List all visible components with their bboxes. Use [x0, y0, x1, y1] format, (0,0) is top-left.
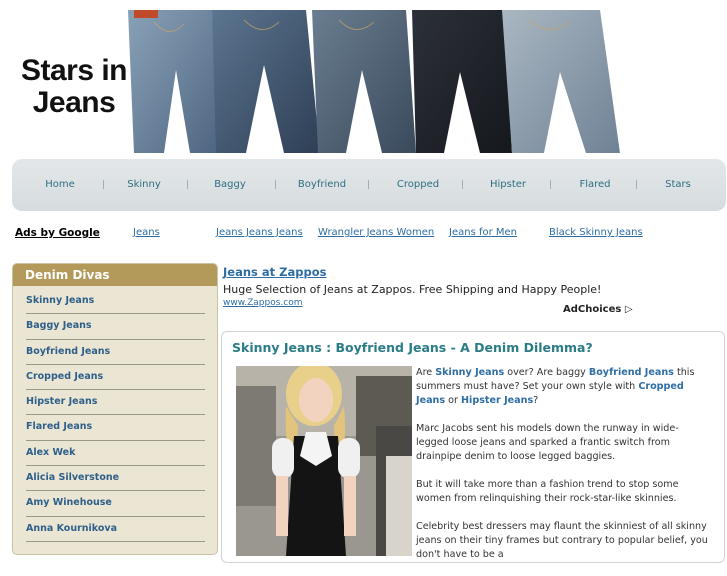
sidebar-item-boyfriend-jeans[interactable]: Boyfriend Jeans: [26, 341, 217, 366]
article-photo: [236, 366, 412, 556]
ad-description: Huge Selection of Jeans at Zappos. Free …: [223, 283, 602, 296]
adchoices-icon: ▷: [624, 304, 633, 315]
article-panel: Skinny Jeans : Boyfriend Jeans - A Denim…: [221, 331, 725, 563]
logo-line-2: Jeans: [32, 86, 116, 119]
nav-home[interactable]: Home: [45, 159, 75, 211]
nav-boyfriend[interactable]: Boyfriend: [298, 159, 346, 211]
p1-text-5: ?: [533, 395, 539, 406]
ad-link-jeans-for-men[interactable]: Jeans for Men: [449, 227, 517, 238]
nav-hipster[interactable]: Hipster: [490, 159, 526, 211]
link-boyfriend-jeans[interactable]: Boyfriend Jeans: [589, 367, 674, 378]
p1-text-4: or: [445, 395, 462, 406]
main-nav: Home Skinny Baggy Boyfriend Cropped Hips…: [12, 159, 726, 211]
adchoices-link[interactable]: AdChoices ▷: [563, 304, 633, 315]
adchoices-label: AdChoices: [563, 304, 622, 315]
site-header: Stars in Jeans: [0, 0, 727, 155]
site-logo[interactable]: Stars in Jeans: [14, 55, 134, 119]
jeans-banner-image: [124, 10, 638, 153]
nav-flared[interactable]: Flared: [579, 159, 610, 211]
sidebar-item-baggy-jeans[interactable]: Baggy Jeans: [26, 315, 217, 340]
sidebar-item-amy-winehouse[interactable]: Amy Winehouse: [26, 492, 217, 517]
nav-skinny[interactable]: Skinny: [127, 159, 161, 211]
article-title: Skinny Jeans : Boyfriend Jeans - A Denim…: [232, 340, 593, 355]
nav-cropped[interactable]: Cropped: [397, 159, 439, 211]
sidebar-item-cropped-jeans[interactable]: Cropped Jeans: [26, 366, 217, 391]
article-paragraph-3: But it will take more than a fashion tre…: [416, 479, 679, 504]
sidebar-title: Denim Divas: [13, 264, 217, 286]
ad-link-wrangler-jeans-women[interactable]: Wrangler Jeans Women: [318, 227, 434, 238]
sidebar-item-skinny-jeans[interactable]: Skinny Jeans: [26, 290, 217, 315]
sidebar-item-hipster-jeans[interactable]: Hipster Jeans: [26, 391, 217, 416]
link-hipster-jeans[interactable]: Hipster Jeans: [461, 395, 533, 406]
nav-separator: [103, 180, 104, 189]
nav-separator: [636, 180, 637, 189]
p1-text-2: over? Are baggy: [504, 367, 589, 378]
nav-baggy[interactable]: Baggy: [214, 159, 246, 211]
sidebar-item-alicia-silverstone[interactable]: Alicia Silverstone: [26, 467, 217, 492]
ad-link-jeans[interactable]: Jeans: [133, 227, 160, 238]
zappos-ad: Jeans at Zappos Huge Selection of Jeans …: [223, 265, 713, 308]
sidebar-item-anna-kournikova[interactable]: Anna Kournikova: [26, 518, 217, 543]
sidebar-list: Skinny Jeans Baggy Jeans Boyfriend Jeans…: [13, 286, 217, 543]
nav-separator: [462, 180, 463, 189]
nav-stars[interactable]: Stars: [665, 159, 691, 211]
nav-separator: [187, 180, 188, 189]
link-skinny-jeans[interactable]: Skinny Jeans: [435, 367, 504, 378]
nav-separator: [275, 180, 276, 189]
sidebar-item-alex-wek[interactable]: Alex Wek: [26, 442, 217, 467]
nav-separator: [368, 180, 369, 189]
nav-separator: [550, 180, 551, 189]
sidebar-item-flared-jeans[interactable]: Flared Jeans: [26, 416, 217, 442]
ads-by-google-label[interactable]: Ads by Google: [15, 227, 100, 239]
ad-link-jeans-jeans-jeans[interactable]: Jeans Jeans Jeans: [216, 227, 303, 238]
ad-title-link[interactable]: Jeans at Zappos: [223, 265, 713, 279]
logo-line-1: Stars in: [20, 54, 128, 87]
article-paragraph-2: Marc Jacobs sent his models down the run…: [416, 423, 679, 462]
sidebar-denim-divas: Denim Divas Skinny Jeans Baggy Jeans Boy…: [12, 263, 218, 555]
article-paragraph-1: Are Skinny Jeans over? Are baggy Boyfrie…: [416, 366, 710, 408]
p1-text-1: Are: [416, 367, 436, 378]
ad-url-link[interactable]: www.Zappos.com: [223, 298, 713, 308]
ad-link-black-skinny-jeans[interactable]: Black Skinny Jeans: [549, 227, 643, 238]
article-paragraph-4: Celebrity best dressers may flaunt the s…: [416, 521, 708, 560]
